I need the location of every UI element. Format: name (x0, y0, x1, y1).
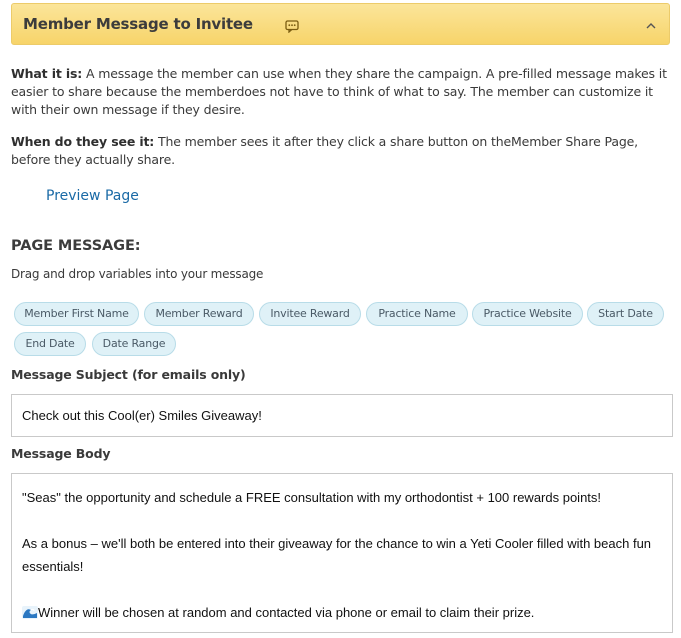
variable-chip-start-date[interactable]: Start Date (587, 302, 664, 326)
what-it-is-paragraph: What it is: A message the member can use… (11, 65, 673, 119)
chevron-up-icon[interactable] (645, 17, 657, 29)
variable-chip-invitee-reward[interactable]: Invitee Reward (259, 302, 361, 326)
message-icon (285, 18, 299, 33)
preview-page-link[interactable]: Preview Page (46, 188, 139, 204)
section-header-title: Member Message to Invitee (23, 15, 253, 33)
variable-chip-practice-name[interactable]: Practice Name (366, 302, 468, 326)
subject-input[interactable]: Check out this Cool(er) Smiles Giveaway! (11, 394, 673, 437)
body-line-2: As a bonus – we'll both be entered into … (22, 536, 652, 574)
drag-drop-hint: Drag and drop variables into your messag… (11, 267, 264, 281)
variable-chip-member-reward[interactable]: Member Reward (144, 302, 254, 326)
page-message-title: PAGE MESSAGE: (11, 238, 141, 254)
collapsible-header[interactable]: Member Message to Invitee (11, 3, 670, 45)
variable-chip-member-first-name[interactable]: Member First Name (14, 302, 139, 326)
body-line-1: "Seas" the opportunity and schedule a FR… (22, 490, 602, 505)
when-seen-label: When do they see it: (11, 134, 155, 149)
subject-label: Message Subject (for emails only) (11, 367, 246, 382)
variable-chip-date-range[interactable]: Date Range (92, 332, 176, 356)
when-seen-paragraph: When do they see it: The member sees it … (11, 133, 673, 169)
wave-icon (22, 603, 38, 619)
message-body-textarea[interactable]: "Seas" the opportunity and schedule a FR… (11, 473, 673, 633)
what-it-is-label: What it is: (11, 66, 83, 81)
variable-chip-practice-website[interactable]: Practice Website (472, 302, 583, 326)
body-line-3: Winner will be chosen at random and cont… (38, 605, 535, 620)
body-label: Message Body (11, 446, 111, 461)
what-it-is-text: A message the member can use when they s… (11, 66, 667, 117)
variable-chip-end-date[interactable]: End Date (14, 332, 86, 356)
